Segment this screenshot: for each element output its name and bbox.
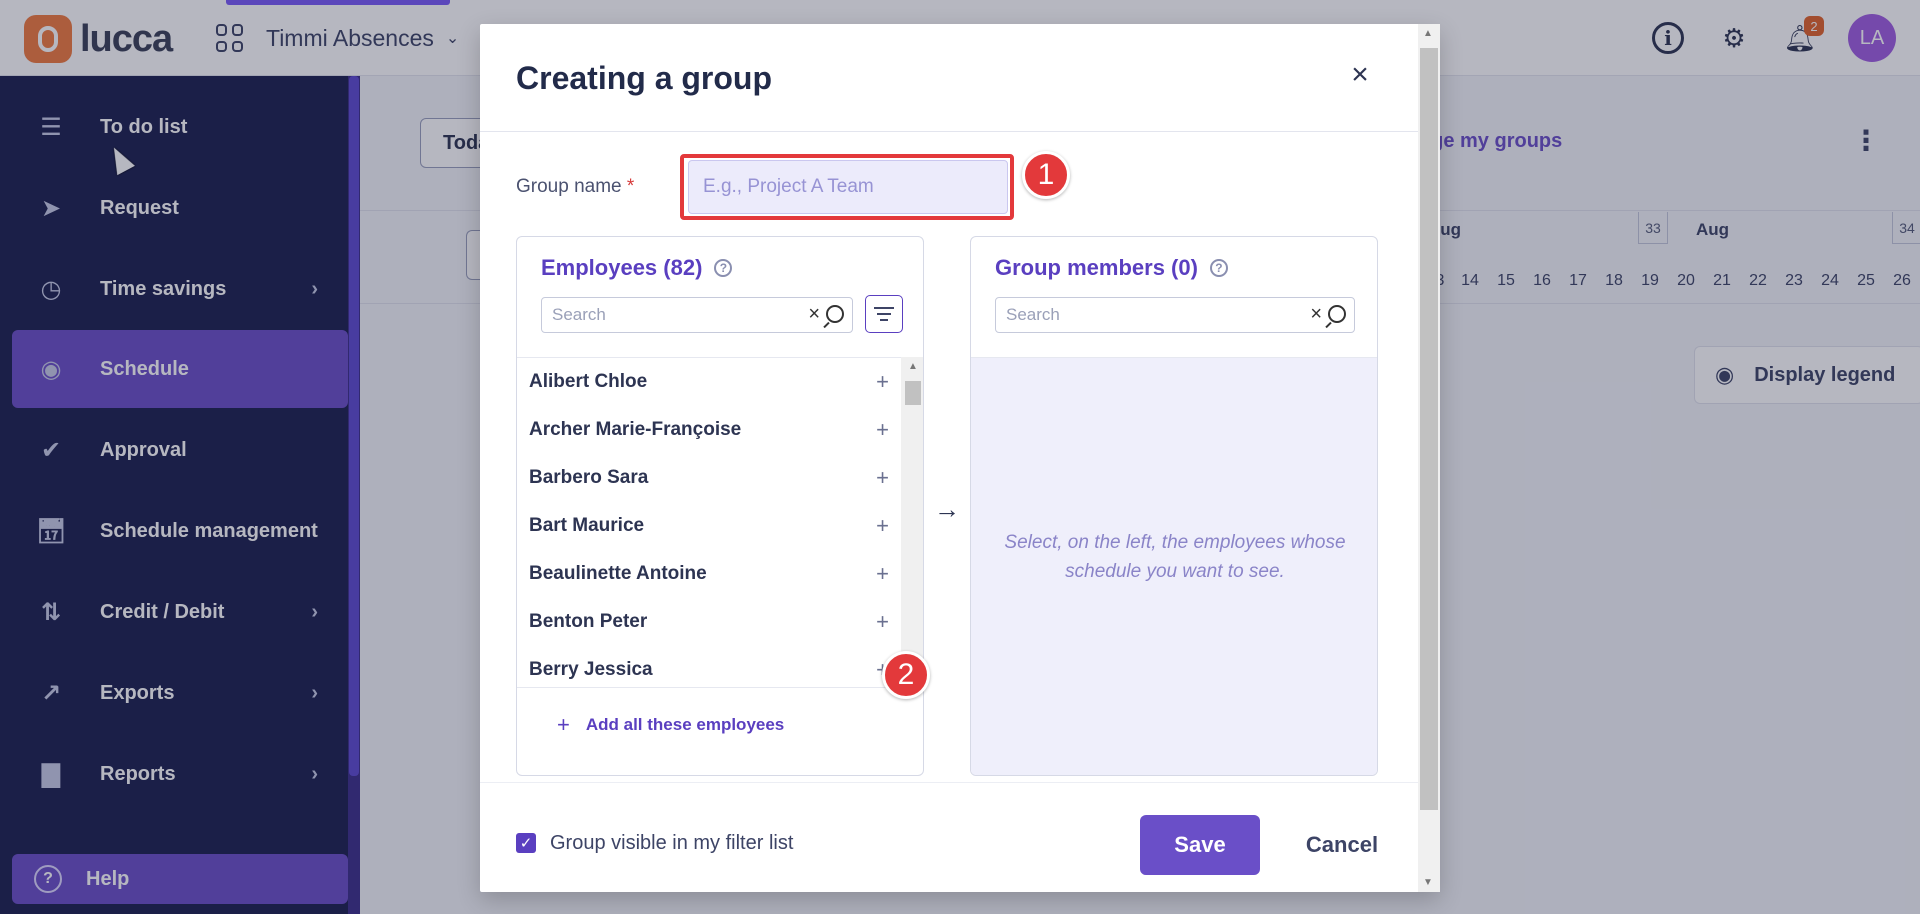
group-members-panel: Group members (0) ? × Select, on the lef…: [970, 236, 1378, 776]
employees-list-footer: + Add all these employees: [517, 687, 923, 775]
annotation-step-2: 2: [882, 651, 930, 699]
members-empty-state: Select, on the left, the employees whose…: [971, 357, 1377, 775]
help-circle-icon[interactable]: ?: [714, 259, 733, 277]
add-all-employees-button[interactable]: + Add all these employees: [557, 712, 784, 738]
employee-name: Alibert Chloe: [529, 371, 648, 392]
employee-name: Archer Marie-Françoise: [529, 419, 742, 440]
employee-name: Berry Jessica: [529, 659, 653, 680]
search-icon[interactable]: [1328, 305, 1346, 323]
empty-state-text: Select, on the left, the employees whose…: [1004, 532, 1346, 583]
save-button[interactable]: Save: [1140, 815, 1260, 875]
help-circle-icon[interactable]: ?: [1209, 259, 1228, 277]
list-item[interactable]: Barbero Sara +: [517, 454, 901, 502]
group-name-input[interactable]: [688, 160, 1008, 214]
arrow-right-icon: →: [934, 494, 960, 524]
list-item[interactable]: Archer Marie-Françoise +: [517, 406, 901, 454]
plus-icon[interactable]: +: [876, 513, 889, 539]
employees-list: Alibert Chloe + Archer Marie-Françoise +…: [517, 357, 901, 687]
employees-title: Employees (82) ?: [541, 255, 733, 281]
close-button[interactable]: ×: [1342, 58, 1378, 94]
clear-icon[interactable]: ×: [808, 303, 820, 326]
search-icon[interactable]: [826, 305, 844, 323]
modal-footer: ✓ Group visible in my filter list Save C…: [480, 782, 1418, 892]
list-item[interactable]: Alibert Chloe +: [517, 358, 901, 406]
employees-panel: Employees (82) ? × Alibert Chloe + Arche…: [516, 236, 924, 776]
modal-header: Creating a group ×: [480, 24, 1418, 132]
required-mark: *: [626, 176, 635, 197]
create-group-modal: ▲ ▼ Creating a group × Group name * 1 Em…: [480, 24, 1440, 892]
group-name-label-text: Group name: [516, 176, 622, 197]
list-scroll-thumb[interactable]: [905, 381, 921, 405]
add-all-label: Add all these employees: [585, 715, 785, 734]
list-item[interactable]: Benton Peter +: [517, 598, 901, 646]
members-search-input[interactable]: [996, 298, 1354, 332]
filter-button[interactable]: [865, 295, 903, 333]
list-item[interactable]: Bart Maurice +: [517, 502, 901, 550]
employees-title-text: Employees (82): [541, 255, 703, 280]
plus-icon[interactable]: +: [876, 369, 889, 395]
employees-list-scrollbar[interactable]: ▲: [901, 357, 923, 687]
employee-name: Beaulinette Antoine: [529, 563, 707, 584]
employee-name: Bart Maurice: [529, 515, 645, 536]
clear-icon[interactable]: ×: [1310, 303, 1322, 326]
plus-icon: +: [557, 712, 570, 737]
modal-scrollbar[interactable]: ▲ ▼: [1418, 24, 1440, 892]
employee-name: Barbero Sara: [529, 467, 649, 488]
close-icon: ×: [1351, 58, 1369, 91]
members-title: Group members (0) ?: [995, 255, 1228, 281]
scroll-up-arrow-icon[interactable]: ▲: [908, 361, 918, 372]
group-name-label: Group name *: [516, 176, 634, 198]
members-title-text: Group members (0): [995, 255, 1198, 280]
plus-icon[interactable]: +: [876, 417, 889, 443]
cancel-button[interactable]: Cancel: [1282, 815, 1402, 875]
employees-search-input[interactable]: [542, 298, 852, 332]
list-item[interactable]: Beaulinette Antoine +: [517, 550, 901, 598]
group-visible-label[interactable]: Group visible in my filter list: [550, 832, 793, 855]
employee-name: Benton Peter: [529, 611, 648, 632]
modal-scroll-thumb[interactable]: [1420, 48, 1438, 810]
employees-search: ×: [541, 297, 853, 333]
scroll-down-arrow-icon[interactable]: ▼: [1423, 877, 1433, 888]
scroll-up-arrow-icon[interactable]: ▲: [1423, 28, 1433, 39]
members-search: ×: [995, 297, 1355, 333]
modal-title: Creating a group: [516, 60, 773, 96]
annotation-step-1: 1: [1022, 151, 1070, 199]
plus-icon[interactable]: +: [876, 561, 889, 587]
plus-icon[interactable]: +: [876, 465, 889, 491]
plus-icon[interactable]: +: [876, 609, 889, 635]
group-visible-checkbox[interactable]: ✓: [516, 833, 536, 853]
